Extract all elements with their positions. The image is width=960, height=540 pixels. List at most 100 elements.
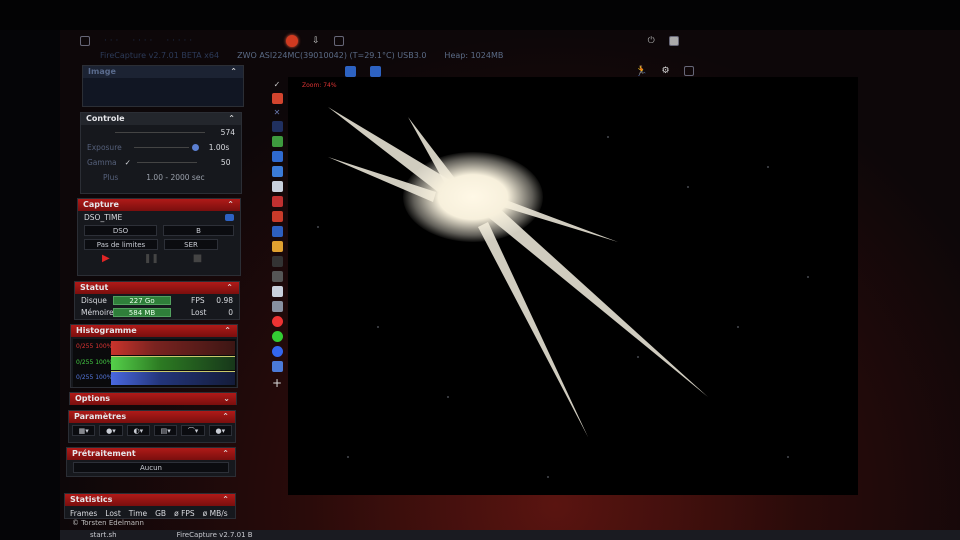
- memory-row: Mémoire 584 MB Lost 0: [75, 306, 239, 318]
- camera-view[interactable]: Zoom: 74%: [288, 77, 858, 495]
- taskbar-item-start-sh[interactable]: start.sh: [90, 531, 117, 539]
- cross-icon[interactable]: ✕: [274, 108, 281, 117]
- exposure-slider-handle[interactable]: [191, 144, 199, 151]
- fit-view-icon[interactable]: [345, 66, 356, 77]
- taskbar-item-firecapture[interactable]: FireCapture v2.7.01 B: [177, 531, 253, 539]
- globe-icon[interactable]: [271, 196, 283, 207]
- collapse-icon[interactable]: ⌃: [224, 325, 231, 337]
- blank-tool-icon[interactable]: [271, 256, 283, 267]
- display-icon[interactable]: [333, 36, 344, 46]
- stat-col-time: Time: [128, 509, 148, 518]
- statut-panel-title: Statut: [80, 283, 109, 292]
- pretraitement-panel-header[interactable]: Prétraitement ⌃: [67, 448, 235, 460]
- brightness-tool-dropdown[interactable]: ◐▾: [126, 425, 150, 436]
- parametres-panel-header[interactable]: Paramètres ⌃: [69, 411, 235, 423]
- collapse-icon[interactable]: ⌃: [226, 282, 233, 294]
- collapse-icon[interactable]: ⌃: [227, 199, 234, 211]
- options-panel-header[interactable]: Options ⌄: [70, 393, 236, 405]
- histogram-green-band: [111, 356, 235, 370]
- histogram-blue-label: 0/255 100%: [76, 374, 113, 381]
- green-channel-icon[interactable]: [271, 331, 283, 342]
- menu-item-edit[interactable]: · · · ·: [132, 36, 152, 46]
- profile-folder-icon[interactable]: [225, 213, 234, 221]
- document-tool-dropdown[interactable]: ▤▾: [153, 425, 178, 436]
- image-panel-header[interactable]: Image ⌃: [83, 66, 243, 78]
- pretraitement-select[interactable]: Aucun: [73, 462, 229, 473]
- magnifier-icon[interactable]: [271, 121, 283, 132]
- camera-info: ZWO ASI224MC(39010042) (T=29.1°C) USB3.0: [237, 51, 427, 60]
- histogram-panel-header[interactable]: Histogramme ⌃: [71, 325, 237, 337]
- blue-channel-icon[interactable]: [271, 346, 283, 357]
- color-wheel-icon[interactable]: [271, 241, 283, 252]
- parametres-toolbar: ▦▾ ●▾ ◐▾ ▤▾ ⌒▾ ●▾: [69, 423, 235, 438]
- pause-icon[interactable]: ❚❚: [144, 254, 159, 264]
- aperture-icon[interactable]: [271, 286, 283, 297]
- limit-select[interactable]: Pas de limites: [84, 239, 158, 250]
- camera-settings-icon[interactable]: ⚙: [661, 66, 669, 76]
- scope-icon[interactable]: [271, 211, 283, 222]
- collapse-icon[interactable]: ⌃: [222, 448, 229, 460]
- camera-icon[interactable]: [271, 151, 283, 162]
- trash-icon[interactable]: [271, 181, 283, 192]
- mode-select[interactable]: DSO: [84, 225, 157, 236]
- filter-select[interactable]: B: [162, 225, 234, 236]
- arrow-down-icon[interactable]: ⇩: [312, 36, 320, 46]
- film-icon[interactable]: [271, 301, 283, 312]
- pretraitement-panel: Prétraitement ⌃ Aucun: [66, 447, 236, 477]
- gamma-checkbox[interactable]: ✓: [125, 158, 131, 167]
- histogram-panel-title: Histogramme: [76, 326, 137, 335]
- menu-item-file[interactable]: · · ·: [104, 36, 118, 46]
- heap-info: Heap: 1024MB: [444, 51, 504, 60]
- red-channel-icon[interactable]: [271, 316, 283, 327]
- screenshot-icon[interactable]: [668, 36, 679, 46]
- fullscreen-icon[interactable]: [370, 66, 381, 77]
- histogram-blue-band: [111, 371, 235, 385]
- target-icon[interactable]: [271, 93, 283, 104]
- gain-slider[interactable]: [114, 132, 205, 133]
- monitor-bezel: [0, 0, 960, 30]
- gain-row: 574: [81, 125, 241, 140]
- checkmark-icon[interactable]: ✓: [274, 80, 281, 89]
- disk-value: 227 Go: [113, 295, 171, 305]
- luminance-icon[interactable]: [271, 361, 283, 372]
- move-icon[interactable]: [271, 136, 283, 147]
- window-icon[interactable]: [683, 66, 694, 76]
- grid-tool-dropdown[interactable]: ▦▾: [72, 425, 96, 436]
- gamma-value: 50: [220, 158, 231, 167]
- power-icon[interactable]: ⏻: [648, 36, 655, 46]
- exposure-row: Exposure 1.00s: [81, 140, 241, 155]
- runner-icon[interactable]: 🏃: [635, 66, 647, 77]
- gamma-slider[interactable]: [136, 162, 197, 163]
- capture-panel-header[interactable]: Capture ⌃: [78, 199, 240, 211]
- profile-name[interactable]: DSO_TIME: [84, 213, 122, 222]
- plus-label: Plus: [103, 173, 119, 182]
- collapse-icon[interactable]: ⌃: [222, 411, 229, 423]
- firecapture-icon[interactable]: [286, 35, 299, 47]
- expand-icon[interactable]: ⌄: [223, 393, 230, 405]
- record-play-icon[interactable]: ▶: [102, 253, 110, 264]
- window-menu-icon[interactable]: [80, 36, 90, 46]
- background-noise: [317, 136, 809, 478]
- statistics-panel-title: Statistics: [70, 495, 113, 504]
- collapse-icon[interactable]: ⌃: [222, 494, 229, 506]
- statut-panel: Statut ⌃ Disque 227 Go FPS 0.98 Mémoire …: [74, 281, 240, 320]
- plus-icon[interactable]: +: [272, 376, 282, 390]
- stop-icon[interactable]: ■: [193, 253, 202, 264]
- fps-value: 0.98: [216, 295, 233, 305]
- grid-icon[interactable]: [271, 226, 283, 237]
- statut-panel-header[interactable]: Statut ⌃: [75, 282, 239, 294]
- color-tool-dropdown[interactable]: ●▾: [99, 425, 123, 436]
- collapse-icon[interactable]: ⌃: [230, 66, 237, 78]
- light-tool-dropdown[interactable]: ●▾: [208, 425, 232, 436]
- controle-panel-header[interactable]: Controle ⌃: [81, 113, 241, 125]
- statistics-panel-header[interactable]: Statistics ⌃: [65, 494, 235, 506]
- folder-icon[interactable]: [271, 166, 283, 177]
- copyright: © Torsten Edelmann: [72, 519, 144, 527]
- line-icon[interactable]: [271, 271, 283, 282]
- format-select[interactable]: SER: [164, 239, 218, 250]
- stat-col-fps: ø FPS: [174, 509, 195, 518]
- curve-tool-dropdown[interactable]: ⌒▾: [181, 425, 205, 436]
- collapse-icon[interactable]: ⌃: [228, 113, 235, 125]
- exposure-slider[interactable]: [133, 147, 189, 148]
- menu-item-view[interactable]: · · · · ·: [166, 36, 192, 46]
